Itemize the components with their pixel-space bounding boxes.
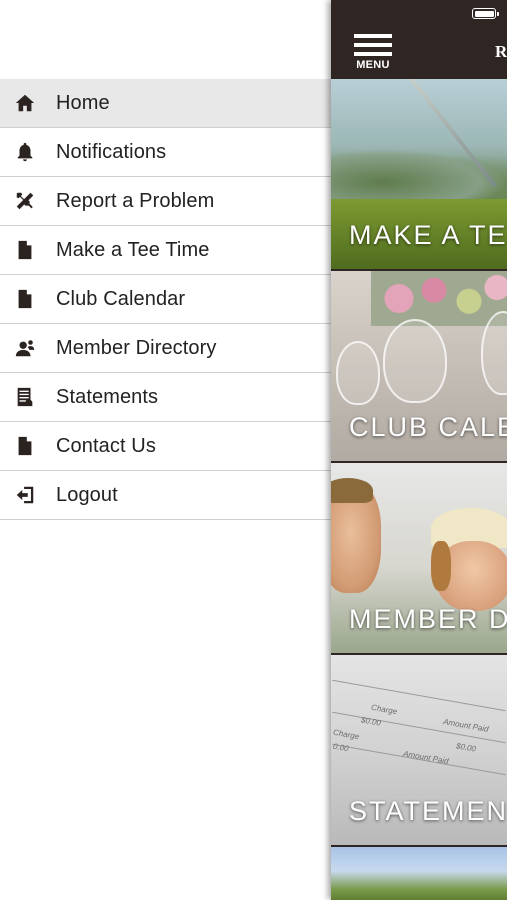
home-icon [12, 90, 38, 116]
document-icon [12, 286, 38, 312]
statement-icon [12, 384, 38, 410]
statement-line [332, 679, 506, 712]
menu-button-label: MENU [356, 59, 390, 71]
statement-text: Amount Paid [402, 749, 450, 766]
side-menu-drawer: Home Notifications Report a Problem Make… [0, 0, 331, 900]
menu-item-label: Report a Problem [56, 189, 215, 212]
tile-statements[interactable]: Charge Amount Paid Charge Amount Paid $0… [331, 655, 507, 845]
statement-text: 0.00 [332, 741, 350, 754]
logout-icon [12, 482, 38, 508]
tile-partial[interactable] [331, 847, 507, 900]
statement-text: $0.00 [360, 715, 382, 728]
menu-item-label: Notifications [56, 140, 167, 163]
menu-item-label: Contact Us [56, 434, 156, 457]
menu-item-member-directory[interactable]: Member Directory [0, 324, 331, 373]
statement-text: $0.00 [455, 741, 477, 754]
statement-text: Amount Paid [442, 717, 490, 734]
tile-caption: MEMBER D [349, 604, 507, 634]
bell-icon [12, 139, 38, 165]
menu-item-label: Member Directory [56, 336, 217, 359]
menu-item-club-calendar[interactable]: Club Calendar [0, 275, 331, 324]
menu-item-label: Club Calendar [56, 287, 186, 310]
hamburger-icon [354, 34, 392, 38]
menu-item-logout[interactable]: Logout [0, 471, 331, 520]
hamburger-bar [354, 52, 392, 56]
header-title: R [495, 42, 507, 61]
member-photo-hair [431, 541, 451, 591]
flowers-image [371, 271, 507, 326]
menu-button[interactable]: MENU [353, 32, 393, 74]
menu-item-label: Logout [56, 483, 118, 506]
menu-item-tee-time[interactable]: Make a Tee Time [0, 226, 331, 275]
tools-icon [12, 188, 38, 214]
document-icon [12, 433, 38, 459]
wine-glass-image [336, 341, 380, 405]
menu-item-label: Make a Tee Time [56, 238, 210, 261]
tile-make-tee-time[interactable]: MAKE A TE [331, 79, 507, 269]
hamburger-bar [354, 43, 392, 47]
menu-item-statements[interactable]: Statements [0, 373, 331, 422]
wine-glass-image [383, 319, 447, 403]
member-photo-hair [331, 478, 373, 503]
tile-caption: MAKE A TE [349, 220, 507, 250]
menu-item-report-problem[interactable]: Report a Problem [0, 177, 331, 226]
menu-item-contact-us[interactable]: Contact Us [0, 422, 331, 471]
tile-caption: STATEMEN [349, 796, 507, 826]
tile-image-background [331, 149, 507, 204]
menu-item-notifications[interactable]: Notifications [0, 128, 331, 177]
main-content: MENU R MAKE A TE CLUB CALE MEMBER D Char… [331, 0, 507, 900]
menu-item-home[interactable]: Home [0, 79, 331, 128]
battery-icon [472, 8, 499, 19]
menu-list: Home Notifications Report a Problem Make… [0, 79, 331, 520]
tile-member-directory[interactable]: MEMBER D [331, 463, 507, 653]
members-icon [12, 335, 38, 361]
menu-item-label: Home [56, 91, 110, 114]
statement-text: Charge [370, 702, 398, 717]
document-icon [12, 237, 38, 263]
tile-club-calendar[interactable]: CLUB CALE [331, 271, 507, 461]
statement-text: Charge [332, 727, 360, 742]
tile-caption: CLUB CALE [349, 412, 507, 442]
header-bar: MENU R [331, 0, 507, 79]
menu-item-label: Statements [56, 385, 159, 408]
